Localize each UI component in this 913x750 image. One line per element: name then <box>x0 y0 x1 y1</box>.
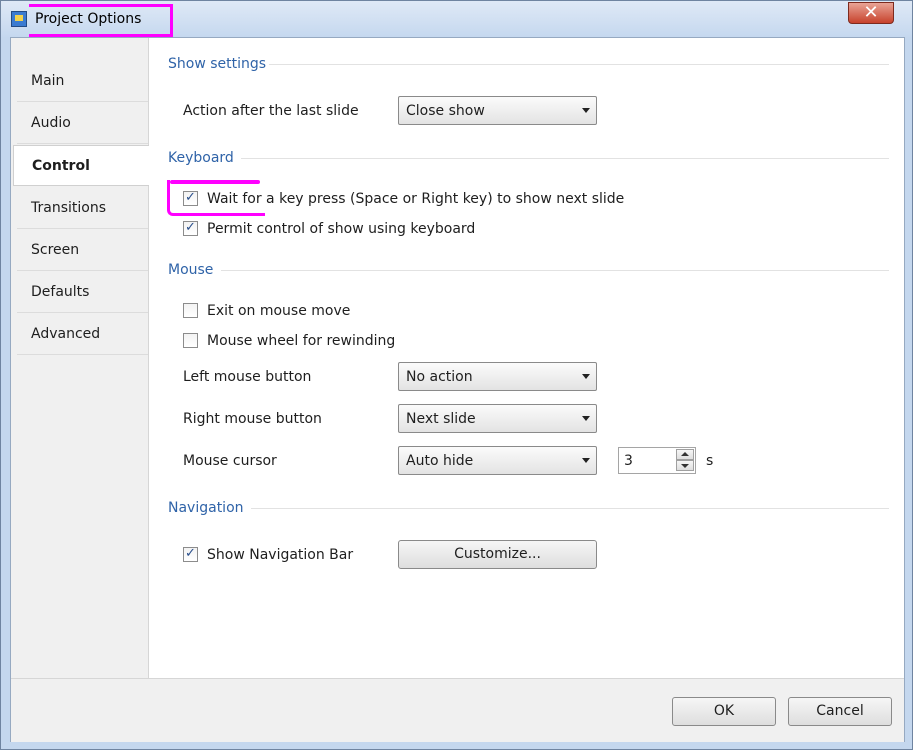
sidebar-item-label: Control <box>32 158 90 174</box>
show-navigation-bar-checkbox[interactable]: ✓ <box>183 546 198 562</box>
sidebar-item-label: Audio <box>31 115 71 131</box>
ok-button[interactable]: OK <box>672 697 776 726</box>
dropdown-arrow-icon <box>582 458 590 463</box>
section-title-mouse: Mouse <box>168 262 214 278</box>
right-mouse-button-dropdown[interactable]: Next slide <box>398 404 597 433</box>
dropdown-value: No action <box>406 369 473 385</box>
sidebar-item-label: Main <box>31 73 65 89</box>
action-after-last-slide-dropdown[interactable]: Close show <box>398 96 597 125</box>
dropdown-value: Close show <box>406 103 485 119</box>
sidebar-item-screen[interactable]: Screen <box>17 230 148 271</box>
dropdown-value: Next slide <box>406 411 476 427</box>
sidebar-item-control[interactable]: Control <box>13 145 149 186</box>
exit-on-mouse-move-checkbox[interactable] <box>183 303 198 318</box>
section-divider <box>269 64 889 65</box>
project-options-window: Project Options ✕ Main Audio Control Tra… <box>0 0 913 750</box>
mouse-cursor-label: Mouse cursor <box>183 453 277 469</box>
sidebar-item-label: Transitions <box>31 200 106 216</box>
dropdown-arrow-icon <box>582 416 590 421</box>
sidebar-item-defaults[interactable]: Defaults <box>17 272 148 313</box>
spinner-value: 3 <box>624 453 633 469</box>
section-divider <box>221 270 889 271</box>
checkmark-icon: ✓ <box>185 220 196 235</box>
sidebar: Main Audio Control Transitions Screen De… <box>11 38 149 678</box>
mouse-cursor-dropdown[interactable]: Auto hide <box>398 446 597 475</box>
section-divider <box>241 158 889 159</box>
cursor-delay-spinner[interactable]: 3 <box>618 447 696 474</box>
exit-on-mouse-move-label: Exit on mouse move <box>207 303 351 319</box>
spinner-down-icon[interactable] <box>676 460 694 471</box>
cursor-delay-unit: s <box>706 453 714 469</box>
control-settings-panel: Show settings Action after the last slid… <box>149 38 904 678</box>
section-title-navigation: Navigation <box>168 500 244 516</box>
customize-button[interactable]: Customize... <box>398 540 597 569</box>
right-mouse-button-label: Right mouse button <box>183 411 322 427</box>
sidebar-item-advanced[interactable]: Advanced <box>17 314 148 355</box>
left-mouse-button-label: Left mouse button <box>183 369 312 385</box>
dropdown-value: Auto hide <box>406 453 474 469</box>
action-after-last-slide-label: Action after the last slide <box>183 103 359 119</box>
close-button[interactable]: ✕ <box>848 2 894 24</box>
mouse-wheel-rewind-label: Mouse wheel for rewinding <box>207 333 396 349</box>
wait-keypress-label: Wait for a key press (Space or Right key… <box>207 191 625 207</box>
permit-control-label: Permit control of show using keyboard <box>207 221 476 237</box>
show-navigation-bar-label: Show Navigation Bar <box>207 547 354 563</box>
title-highlight-annotation <box>29 4 173 37</box>
sidebar-item-audio[interactable]: Audio <box>17 103 148 144</box>
sidebar-item-transitions[interactable]: Transitions <box>17 188 148 229</box>
section-title-show-settings: Show settings <box>168 56 267 72</box>
mouse-wheel-rewind-checkbox[interactable] <box>183 333 198 348</box>
section-divider <box>251 508 889 509</box>
section-title-keyboard: Keyboard <box>168 150 234 166</box>
dropdown-arrow-icon <box>582 374 590 379</box>
sidebar-item-label: Advanced <box>31 326 101 342</box>
sidebar-item-label: Screen <box>31 242 80 258</box>
app-icon <box>11 11 27 27</box>
title-bar[interactable]: Project Options ✕ <box>1 1 912 37</box>
cancel-button[interactable]: Cancel <box>788 697 892 726</box>
dropdown-arrow-icon <box>582 108 590 113</box>
spinner-up-icon[interactable] <box>676 449 694 460</box>
sidebar-item-label: Defaults <box>31 284 90 300</box>
left-mouse-button-dropdown[interactable]: No action <box>398 362 597 391</box>
keypress-highlight-annotation <box>167 180 265 216</box>
permit-control-checkbox[interactable]: ✓ <box>183 220 198 236</box>
dialog-footer: OK Cancel <box>11 678 904 742</box>
sidebar-item-main[interactable]: Main <box>17 61 148 102</box>
checkmark-icon: ✓ <box>185 546 196 561</box>
dialog-client-area: Main Audio Control Transitions Screen De… <box>10 37 905 742</box>
